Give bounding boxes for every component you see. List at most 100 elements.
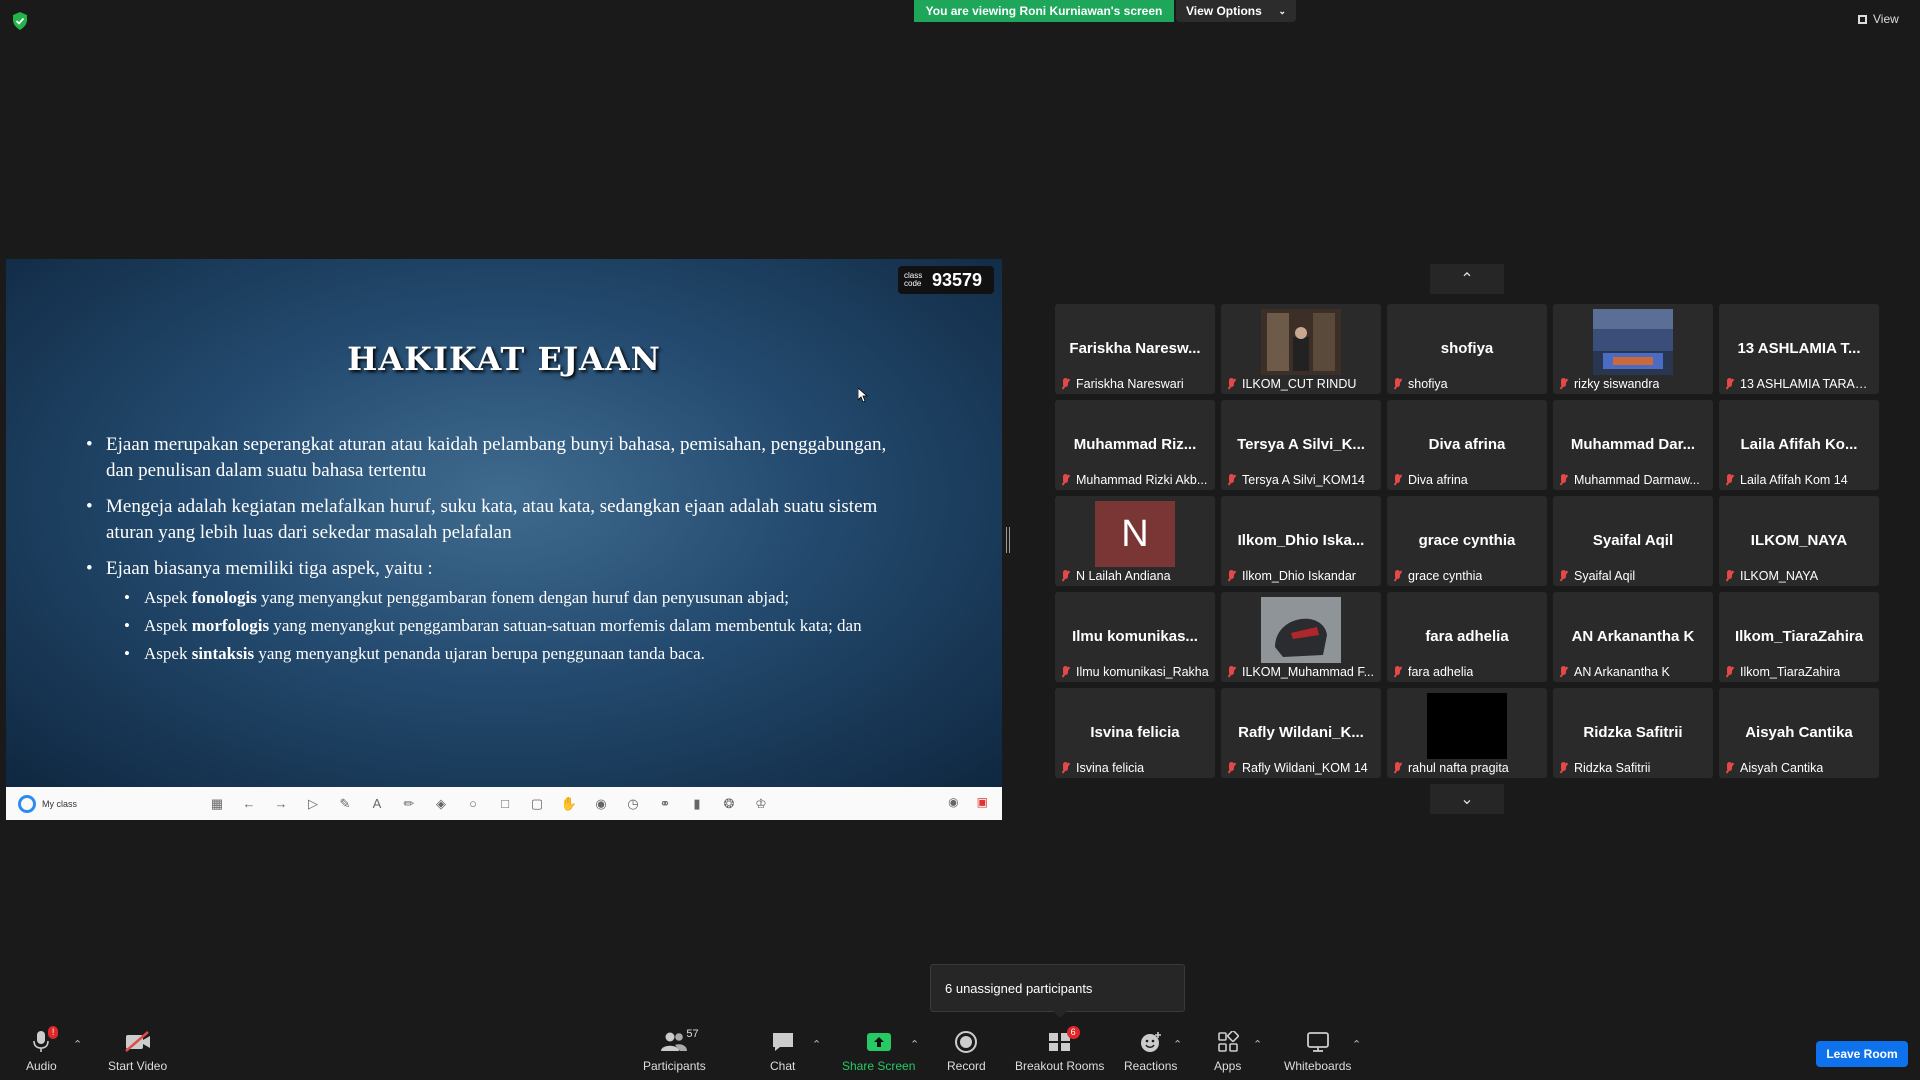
trophy-icon[interactable]: ♔ bbox=[752, 795, 770, 813]
participant-tile[interactable]: ILKOM_CUT RINDU bbox=[1221, 304, 1381, 394]
participant-tile[interactable]: rizky siswandra bbox=[1553, 304, 1713, 394]
chart-icon[interactable]: ▮ bbox=[688, 795, 706, 813]
apps-options-caret[interactable]: ⌃ bbox=[1253, 1038, 1262, 1051]
participant-tile[interactable]: Ilmu komunikas... Ilmu komunikasi_Rakha bbox=[1055, 592, 1215, 682]
participant-tile[interactable]: Laila Afifah Ko... Laila Afifah Kom 14 bbox=[1719, 400, 1879, 490]
textbox-icon[interactable]: □ bbox=[496, 795, 514, 813]
participant-tile[interactable]: Rafly Wildani_K... Rafly Wildani_KOM 14 bbox=[1221, 688, 1381, 778]
share-screen-button[interactable]: Share Screen bbox=[842, 1030, 915, 1073]
participant-tile[interactable]: fara adhelia fara adhelia bbox=[1387, 592, 1547, 682]
participant-name: ILKOM_CUT RINDU bbox=[1242, 377, 1357, 391]
breakout-rooms-button[interactable]: 6 Breakout Rooms bbox=[1015, 1026, 1104, 1073]
mic-muted-icon bbox=[1393, 762, 1402, 774]
participant-name: Rafly Wildani_KOM 14 bbox=[1242, 761, 1368, 775]
audio-button[interactable]: ! Audio bbox=[26, 1026, 59, 1073]
mic-muted-icon bbox=[1559, 378, 1568, 390]
hand-icon[interactable]: ✋ bbox=[560, 795, 578, 813]
participant-nameplate: fara adhelia bbox=[1393, 665, 1543, 679]
view-button[interactable]: View bbox=[1858, 10, 1899, 28]
participant-tile[interactable]: 13 ASHLAMIA T... 13 ASHLAMIA TARADI... bbox=[1719, 304, 1879, 394]
leave-room-button[interactable]: Leave Room bbox=[1816, 1041, 1908, 1067]
reactions-button[interactable]: Reactions bbox=[1124, 1030, 1177, 1073]
pen-icon[interactable]: ✎ bbox=[336, 795, 354, 813]
participant-display-name: AN Arkanantha K bbox=[1571, 628, 1695, 645]
mic-muted-icon bbox=[1725, 666, 1734, 678]
participant-tile[interactable]: ILKOM_NAYA ILKOM_NAYA bbox=[1719, 496, 1879, 586]
participant-tile[interactable]: Ridzka Safitrii Ridzka Safitrii bbox=[1553, 688, 1713, 778]
eraser-icon[interactable]: ◈ bbox=[432, 795, 450, 813]
record-button[interactable]: Record bbox=[947, 1030, 986, 1073]
pointer-icon[interactable]: ▷ bbox=[304, 795, 322, 813]
grid-view-icon bbox=[1858, 14, 1867, 24]
participant-name: AN Arkanantha K bbox=[1574, 665, 1670, 679]
globe-icon[interactable]: ⚭ bbox=[656, 795, 674, 813]
whiteboards-button[interactable]: Whiteboards bbox=[1284, 1030, 1351, 1073]
mic-muted-icon bbox=[1559, 474, 1568, 486]
participant-tile[interactable]: grace cynthia grace cynthia bbox=[1387, 496, 1547, 586]
participant-display-name: Ridzka Safitrii bbox=[1583, 724, 1683, 741]
security-shield-icon[interactable] bbox=[12, 12, 28, 30]
tooltip-arrow bbox=[1053, 1011, 1067, 1018]
slide-sub-bullet: Aspek morfologis yang menyangkut penggam… bbox=[124, 614, 916, 637]
chat-button[interactable]: Chat bbox=[770, 1030, 795, 1073]
participant-tile[interactable]: Ilkom_Dhio Iska... Ilkom_Dhio Iskandar bbox=[1221, 496, 1381, 586]
participant-tile[interactable]: Ilkom_TiaraZahira Ilkom_TiaraZahira bbox=[1719, 592, 1879, 682]
participant-tile[interactable]: rahul nafta pragita bbox=[1387, 688, 1547, 778]
arrow-right-icon[interactable]: → bbox=[272, 795, 290, 813]
participant-name: Ilkom_Dhio Iskandar bbox=[1242, 569, 1356, 583]
highlighter-icon[interactable]: ✏ bbox=[400, 795, 418, 813]
mic-muted-icon bbox=[1227, 570, 1236, 582]
apps-button[interactable]: Apps bbox=[1214, 1030, 1241, 1073]
participant-tile[interactable]: shofiya shofiya bbox=[1387, 304, 1547, 394]
participant-tile[interactable]: Diva afrina Diva afrina bbox=[1387, 400, 1547, 490]
wheel-icon[interactable]: ❂ bbox=[720, 795, 738, 813]
participant-tile[interactable]: Tersya A Silvi_K... Tersya A Silvi_KOM14 bbox=[1221, 400, 1381, 490]
mic-muted-icon bbox=[1725, 378, 1734, 390]
participant-display-name: Ilmu komunikas... bbox=[1072, 628, 1198, 645]
apps-label: Apps bbox=[1214, 1059, 1242, 1073]
participant-tile[interactable]: ILKOM_Muhammad F... bbox=[1221, 592, 1381, 682]
participant-nameplate: rahul nafta pragita bbox=[1393, 761, 1543, 775]
participant-tile[interactable]: Muhammad Dar... Muhammad Darmaw... bbox=[1553, 400, 1713, 490]
audio-options-caret[interactable]: ⌃ bbox=[73, 1038, 82, 1051]
participant-name: ILKOM_Muhammad F... bbox=[1242, 665, 1374, 679]
participant-name: Ridzka Safitrii bbox=[1574, 761, 1651, 775]
exit-presentation-icon[interactable]: ▣ bbox=[977, 795, 988, 809]
participant-tile[interactable]: Aisyah Cantika Aisyah Cantika bbox=[1719, 688, 1879, 778]
start-video-button[interactable]: Start Video bbox=[108, 1030, 167, 1073]
mic-muted-icon bbox=[1061, 666, 1070, 678]
eye-icon[interactable]: ◉ bbox=[948, 795, 958, 809]
view-options-button[interactable]: View Options ⌄ bbox=[1176, 0, 1296, 22]
gallery-prev-button[interactable]: ⌃ bbox=[1430, 264, 1504, 294]
split-view-handle[interactable] bbox=[1006, 527, 1010, 553]
participant-display-name: fara adhelia bbox=[1425, 628, 1509, 645]
participant-nameplate: Muhammad Rizki Akb... bbox=[1061, 473, 1211, 487]
participant-display-name: Laila Afifah Ko... bbox=[1740, 436, 1858, 453]
timer-icon[interactable]: ◷ bbox=[624, 795, 642, 813]
myclass-app[interactable]: My class bbox=[18, 794, 208, 813]
share-options-caret[interactable]: ⌃ bbox=[910, 1038, 919, 1051]
participant-tile[interactable]: N N Lailah Andiana bbox=[1055, 496, 1215, 586]
participants-button[interactable]: 57 Participants bbox=[643, 1028, 706, 1073]
comment-icon[interactable]: ▢ bbox=[528, 795, 546, 813]
shapes-icon[interactable]: ○ bbox=[464, 795, 482, 813]
participant-tile[interactable]: AN Arkanantha K AN Arkanantha K bbox=[1553, 592, 1713, 682]
reactions-label: Reactions bbox=[1124, 1059, 1178, 1073]
participant-tile[interactable]: Fariskha Naresw... Fariskha Nareswari bbox=[1055, 304, 1215, 394]
participant-display-name: shofiya bbox=[1440, 340, 1494, 357]
participant-tile[interactable]: Isvina felicia Isvina felicia bbox=[1055, 688, 1215, 778]
gallery-next-button[interactable]: ⌄ bbox=[1430, 784, 1504, 814]
mic-muted-icon bbox=[1393, 378, 1402, 390]
participant-name: Isvina felicia bbox=[1076, 761, 1145, 775]
whiteboards-options-caret[interactable]: ⌃ bbox=[1352, 1038, 1361, 1051]
participant-tile[interactable]: Muhammad Riz... Muhammad Rizki Akb... bbox=[1055, 400, 1215, 490]
chat-options-caret[interactable]: ⌃ bbox=[812, 1038, 821, 1051]
reactions-options-caret[interactable]: ⌃ bbox=[1173, 1038, 1182, 1051]
participant-name: Diva afrina bbox=[1408, 473, 1468, 487]
grid-icon[interactable]: ▦ bbox=[208, 795, 226, 813]
arrow-left-icon[interactable]: ← bbox=[240, 795, 258, 813]
class-code-number: 93579 bbox=[932, 269, 983, 290]
ai-icon[interactable]: ◉ bbox=[592, 795, 610, 813]
participant-tile[interactable]: Syaifal Aqil Syaifal Aqil bbox=[1553, 496, 1713, 586]
text-tool-icon[interactable]: A bbox=[368, 795, 386, 813]
